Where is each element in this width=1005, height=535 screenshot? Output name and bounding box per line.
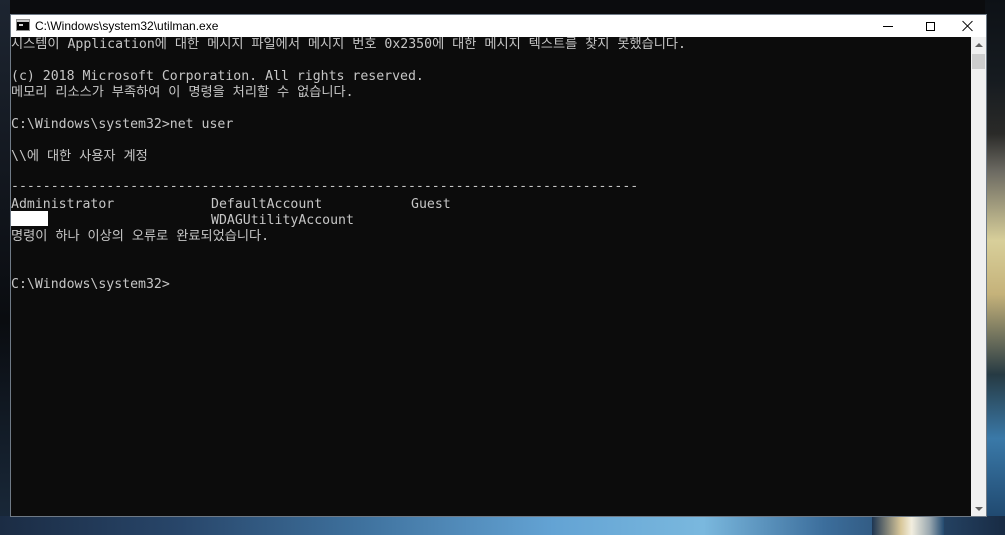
wallpaper-highlight (872, 516, 944, 535)
command-prompt[interactable]: C:\Windows\system32> (11, 277, 170, 293)
console-line: 메모리 리소스가 부족하여 이 명령을 처리할 수 없습니다. (11, 85, 354, 100)
title-bar[interactable]: C:\Windows\system32\utilman.exe (11, 15, 986, 37)
scroll-up-button[interactable] (971, 37, 986, 52)
account-name: Guest (411, 197, 451, 212)
maximize-button[interactable] (911, 15, 949, 37)
account-name: WDAGUtilityAccount (211, 213, 354, 228)
account-name: DefaultAccount (211, 197, 323, 212)
wallpaper-right-edge (985, 0, 1005, 535)
arrow-down-icon (974, 506, 983, 511)
window-title: C:\Windows\system32\utilman.exe (35, 19, 219, 33)
console-window[interactable]: C:\Windows\system32\utilman.exe 시스템이 App… (10, 14, 987, 517)
console-app-icon[interactable] (16, 19, 30, 31)
console-line: 시스템이 Application에 대한 메시지 파일에서 메시지 번호 0x2… (11, 37, 686, 52)
console-line: (c) 2018 Microsoft Corporation. All righ… (11, 69, 424, 84)
scrollbar-thumb[interactable] (972, 54, 985, 69)
maximize-icon (925, 21, 935, 31)
minimize-button[interactable] (869, 15, 907, 37)
arrow-up-icon (974, 42, 983, 47)
scroll-down-button[interactable] (971, 501, 986, 516)
console-line: C:\Windows\system32>net user (11, 117, 234, 132)
separator-line: ----------------------------------------… (11, 179, 639, 194)
vertical-scrollbar[interactable] (971, 37, 986, 516)
close-icon (962, 20, 974, 32)
console-line: \\에 대한 사용자 계정 (11, 149, 148, 164)
redacted-account-name (11, 211, 48, 226)
minimize-icon (883, 25, 893, 27)
result-message: 명령이 하나 이상의 오류로 완료되었습니다. (11, 229, 270, 244)
wallpaper-left-edge (0, 0, 10, 535)
console-output[interactable]: 시스템이 Application에 대한 메시지 파일에서 메시지 번호 0x2… (11, 37, 971, 516)
close-button[interactable] (949, 15, 986, 37)
wallpaper-bottom-edge (0, 516, 1005, 535)
